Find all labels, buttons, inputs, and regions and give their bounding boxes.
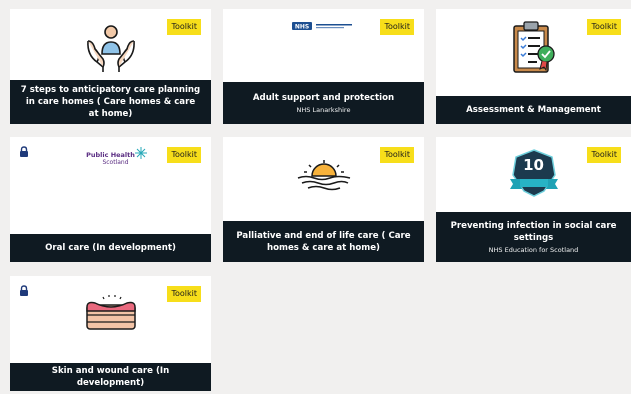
card-title: Adult support and protection [252, 92, 395, 103]
card-title: Palliative and end of life care ( Care h… [236, 230, 411, 253]
skin-layers-icon [10, 292, 211, 332]
nhs-logo: NHS [223, 19, 424, 33]
card-caption: Adult support and protection NHS Lanarks… [223, 82, 424, 124]
card-caption: Assessment & Management [436, 96, 631, 124]
card-caption: Skin and wound care (In development) [10, 363, 211, 391]
logo-text-line2: Scotland [102, 159, 129, 166]
card-caption: Preventing infection in social care sett… [436, 212, 631, 262]
card-subtitle: NHS Education for Scotland [488, 245, 579, 254]
sunset-icon [223, 157, 424, 193]
card-title: Assessment & Management [466, 105, 601, 115]
card-oral-care[interactable]: Toolkit Public Health Scotland Oral care… [10, 137, 211, 262]
svg-text:NHS: NHS [294, 24, 308, 31]
card-caption: Palliative and end of life care ( Care h… [223, 221, 424, 262]
card-title: Skin and wound care (In development) [51, 366, 170, 388]
ten-badge-icon: 10 [436, 147, 631, 199]
card-caption: Oral care (In development) [10, 234, 211, 262]
card-preventing-infection[interactable]: Toolkit 10 Preventing infection in socia… [436, 137, 631, 262]
card-caption: 7 steps to anticipatory care planning in… [10, 80, 211, 124]
card-title: Preventing infection in social care sett… [450, 220, 617, 243]
hands-person-icon [10, 17, 211, 77]
card-assessment-management[interactable]: Toolkit Assessment & Management [436, 9, 631, 124]
card-subtitle: NHS Lanarkshire [296, 105, 351, 114]
star-icon [134, 147, 147, 159]
card-adult-support[interactable]: Toolkit NHS Adult support and protection… [223, 9, 424, 124]
card-skin-wound-care[interactable]: Toolkit Skin and wound care (In developm… [10, 276, 211, 391]
logo-text-line1: Public Health [86, 151, 135, 159]
card-palliative-care[interactable]: Toolkit Palliative and end of life care … [223, 137, 424, 262]
card-anticipatory-care[interactable]: Toolkit 7 steps to anticipatory care pla… [10, 9, 211, 124]
card-title: Oral care (In development) [45, 243, 176, 253]
public-health-scotland-logo: Public Health Scotland [10, 147, 211, 170]
card-title: 7 steps to anticipatory care planning in… [20, 85, 201, 119]
badge-number: 10 [523, 156, 544, 174]
clipboard-checklist-icon [436, 19, 631, 77]
